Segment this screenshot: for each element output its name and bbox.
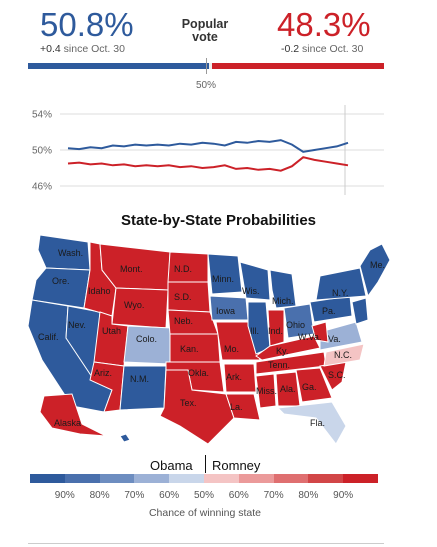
label-nc: N.C. xyxy=(334,350,352,360)
label-ut: Utah xyxy=(102,326,121,336)
probability-color-scale xyxy=(30,474,379,483)
label-nv: Nev. xyxy=(68,320,86,330)
label-me: Me. xyxy=(370,260,385,270)
scale-tick-label: 50% xyxy=(193,490,214,501)
obama-change-value: +0.4 xyxy=(40,43,61,55)
map-title: State-by-State Probabilities xyxy=(120,212,317,229)
label-mi: Mich. xyxy=(272,296,294,306)
state-nm[interactable] xyxy=(119,365,167,411)
label-or: Ore. xyxy=(52,276,70,286)
trend-y-tick-label: 54% xyxy=(32,110,52,121)
label-mt: Mont. xyxy=(120,264,143,274)
label-ms: Miss. xyxy=(256,386,277,396)
obama-percentage: 50.8% xyxy=(40,6,134,43)
trend-y-tick-label: 46% xyxy=(32,182,52,193)
scale-segment xyxy=(273,474,309,483)
popular-vote-midline xyxy=(206,58,207,74)
label-ia: Iowa xyxy=(216,306,235,316)
popular-vote-bar-romney xyxy=(212,63,384,69)
label-id: Idaho xyxy=(88,286,111,296)
label-co: Colo. xyxy=(136,334,157,344)
scale-tick-label: 70% xyxy=(263,490,284,501)
scale-segment xyxy=(30,474,66,483)
label-ak: Alaska xyxy=(54,418,81,428)
label-tn: Tenn. xyxy=(268,360,290,370)
romney-change: -0.2 since Oct. 30 xyxy=(281,43,363,55)
label-mn: Minn. xyxy=(212,274,234,284)
state-nj-md-de[interactable] xyxy=(351,297,369,325)
popular-vote-title-line2: vote xyxy=(192,30,218,44)
scale-segment xyxy=(64,474,101,483)
legend-obama-label: Obama xyxy=(150,458,193,473)
label-ok: Okla. xyxy=(188,368,209,378)
obama-change: +0.4 since Oct. 30 xyxy=(40,43,125,55)
label-wv: W.Va. xyxy=(298,332,321,342)
popular-vote-bar-obama xyxy=(28,63,209,69)
label-tx: Tex. xyxy=(180,398,197,408)
label-sd: S.D. xyxy=(174,292,192,302)
scale-segment xyxy=(343,474,379,483)
popular-vote-title: Popular vote xyxy=(170,18,240,44)
scale-tick-label: 60% xyxy=(159,490,180,501)
label-pa: Pa. xyxy=(322,306,336,316)
scale-tick-label: 70% xyxy=(124,490,145,501)
label-az: Ariz. xyxy=(94,368,112,378)
probability-scale-ticks: 90% 80% 70% 60% 50% 60% 70% 80% 90% xyxy=(30,490,378,504)
trend-chart-y-ticks: 54% 50% 46% xyxy=(32,110,52,193)
scale-tick-label: 90% xyxy=(54,490,75,501)
label-ga: Ga. xyxy=(302,382,317,392)
trend-chart-grid xyxy=(60,105,384,195)
trend-y-tick-label: 50% xyxy=(32,146,52,157)
legend-romney-label: Romney xyxy=(212,458,261,473)
scale-segment xyxy=(204,474,240,483)
legend-divider xyxy=(205,455,206,473)
romney-change-value: -0.2 xyxy=(281,43,300,55)
label-ks: Kan. xyxy=(180,344,199,354)
romney-percentage: 48.3% xyxy=(277,6,371,43)
label-oh: Ohio xyxy=(286,320,305,330)
label-sc: S.C. xyxy=(328,370,346,380)
scale-tick-label: 90% xyxy=(333,490,354,501)
state-probability-map: Wash. Ore. Idaho Mont. N.D. Minn. Wis. M… xyxy=(27,234,391,445)
label-nd: N.D. xyxy=(174,264,192,274)
popular-vote-trend-chart: 54% 50% 46% xyxy=(32,105,384,195)
label-la: La. xyxy=(230,402,243,412)
scale-tick-label: 60% xyxy=(228,490,249,501)
scale-tick-label: 80% xyxy=(89,490,110,501)
label-fl: Fla. xyxy=(310,418,325,428)
label-ky: Ky. xyxy=(276,346,288,356)
label-mo: Mo. xyxy=(224,344,239,354)
scale-segment xyxy=(99,474,135,483)
label-il: Ill. xyxy=(250,326,259,336)
scale-tick-label: 80% xyxy=(298,490,319,501)
label-in: Ind. xyxy=(268,326,283,336)
scale-segment xyxy=(238,474,275,483)
bottom-divider xyxy=(28,543,384,544)
label-nm: N.M. xyxy=(130,374,149,384)
legend-caption: Chance of winning state xyxy=(148,507,262,519)
popular-vote-midpoint-label: 50% xyxy=(195,80,216,91)
label-al: Ala. xyxy=(280,384,296,394)
label-wa: Wash. xyxy=(58,248,83,258)
label-wi: Wis. xyxy=(242,286,260,296)
label-ar: Ark. xyxy=(226,372,242,382)
label-ca: Calif. xyxy=(38,332,59,342)
scale-segment xyxy=(308,474,344,483)
trend-series-line-1 xyxy=(67,156,349,172)
obama-change-since: since Oct. 30 xyxy=(63,43,125,55)
scale-segment xyxy=(169,474,205,483)
romney-change-since: since Oct. 30 xyxy=(302,43,364,55)
state-co[interactable] xyxy=(123,325,173,365)
label-ne: Neb. xyxy=(174,316,193,326)
label-va: Va. xyxy=(328,334,341,344)
state-hi[interactable] xyxy=(119,433,131,443)
label-ny: N.Y. xyxy=(332,288,348,298)
scale-segment xyxy=(134,474,170,483)
label-wy: Wyo. xyxy=(124,300,144,310)
trend-chart-lines xyxy=(67,139,349,172)
